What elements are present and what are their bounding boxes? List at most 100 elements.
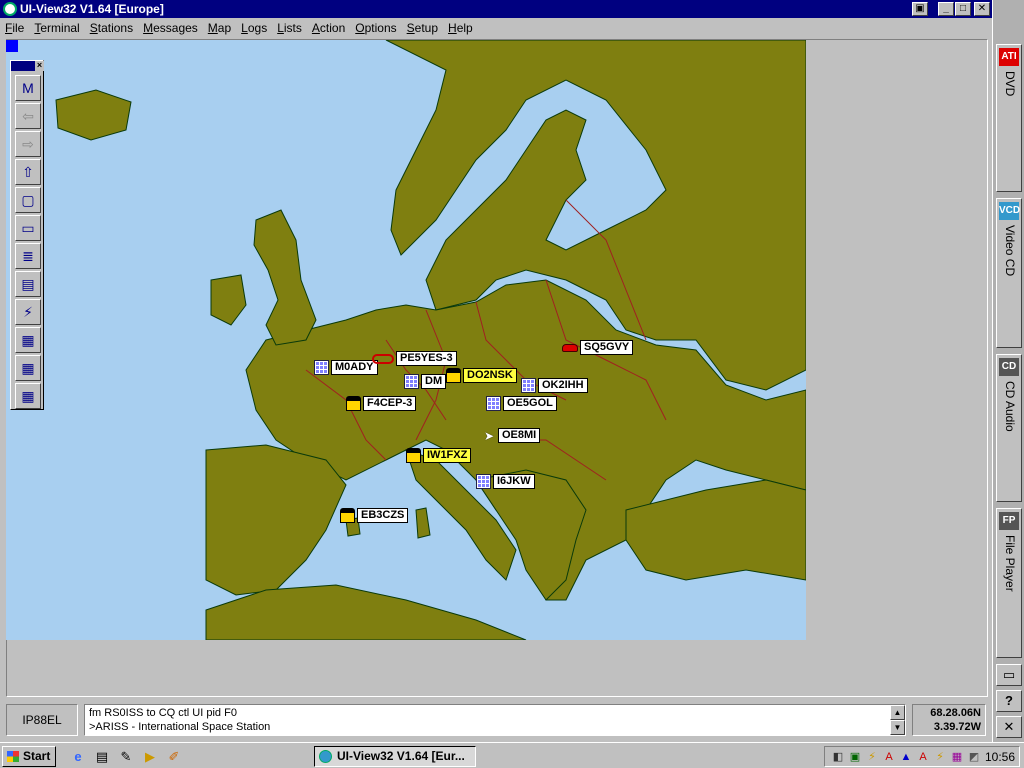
sidebar-help-button[interactable]: ? [996, 690, 1022, 712]
task-label: UI-View32 V1.64 [Eur... [337, 749, 465, 763]
menu-setup[interactable]: Setup [402, 18, 443, 38]
tray-icon[interactable]: ◧ [831, 750, 845, 764]
menu-action[interactable]: Action [307, 18, 350, 38]
tray-icon[interactable]: ▣ [848, 750, 862, 764]
map-view-3-button[interactable]: ▦ [15, 383, 41, 409]
station-marker[interactable]: IW1FXZ [406, 448, 472, 463]
terminal-tool-button[interactable]: ▭ [15, 215, 41, 241]
pencil-icon[interactable]: ✐ [166, 749, 182, 765]
sidebar-tab-cd-audio[interactable]: CD CD Audio [996, 354, 1022, 502]
map-view-1-button[interactable]: ▦ [15, 327, 41, 353]
station-marker[interactable]: ➤ OE8MI [484, 428, 541, 443]
station-marker[interactable]: SQ5GVY [562, 340, 634, 355]
station-marker[interactable]: OK2IHH [521, 378, 588, 393]
station-marker[interactable]: M0ADY [314, 360, 378, 375]
toolbar-close-button[interactable]: × [35, 61, 44, 71]
message-box[interactable]: fm RS0ISS to CQ ctl UI pid F0 >ARISS - I… [84, 704, 906, 736]
menu-messages[interactable]: Messages [138, 18, 203, 38]
close-button[interactable]: ✕ [974, 2, 990, 16]
minimize-button[interactable]: _ [938, 2, 954, 16]
sidebar-tab-label: CD Audio [1003, 381, 1017, 432]
antenna-tool-button[interactable]: ⚡ [15, 299, 41, 325]
sidebar-tab-dvd[interactable]: ATI DVD [996, 44, 1022, 192]
sidebar-screen-button[interactable]: ▭ [996, 664, 1022, 686]
grid-icon [404, 374, 419, 389]
clock: 10:56 [984, 750, 1015, 764]
station-marker[interactable]: DM [404, 374, 447, 389]
grid-icon [314, 360, 329, 375]
menu-file[interactable]: File [0, 18, 29, 38]
list-tool-button[interactable]: ≣ [15, 243, 41, 269]
forward-tool-button[interactable]: ⇨ [15, 131, 41, 157]
house-icon [346, 396, 361, 411]
taskbar: Start e ▤ ✎ ▶ ✐ UI-View32 V1.64 [Eur... … [0, 742, 1024, 768]
tray-icon[interactable]: ◩ [967, 750, 981, 764]
tray-icon[interactable]: ⚡ [865, 750, 879, 764]
sidebar-tab-file-player[interactable]: FP File Player [996, 508, 1022, 658]
ie-icon[interactable]: e [70, 749, 86, 765]
menu-stations[interactable]: Stations [85, 18, 138, 38]
station-marker[interactable]: EB3CZS [340, 508, 409, 523]
message-scrollbar[interactable]: ▲ ▼ [890, 705, 905, 735]
station-callsign: OE8MI [498, 428, 541, 443]
station-callsign: DO2NSK [463, 368, 517, 383]
map-view[interactable]: M0ADY PE5YES-3 DM DO2NSK OK2IHH SQ5GVY F4CEP-3… [6, 40, 806, 640]
edit-icon[interactable]: ✎ [118, 749, 134, 765]
up-tool-button[interactable]: ⇧ [15, 159, 41, 185]
tray-icon[interactable]: ⚡ [933, 750, 947, 764]
menu-terminal[interactable]: Terminal [29, 18, 84, 38]
message-line-1: fm RS0ISS to CQ ctl UI pid F0 [89, 707, 237, 719]
menu-map[interactable]: Map [203, 18, 236, 38]
title-bar: UI-View32 V1.64 [Europe] ▣ _ □ ✕ [0, 0, 992, 18]
station-callsign: IW1FXZ [423, 448, 472, 463]
tray-icon[interactable]: ▦ [950, 750, 964, 764]
menu-logs[interactable]: Logs [236, 18, 272, 38]
map-toolbar: × M ⇦ ⇨ ⇧ ▢ ▭ ≣ ▤ ⚡ ▦ ▦ ▦ [10, 60, 44, 410]
corner-marker [6, 40, 18, 52]
station-callsign: DM [421, 374, 447, 389]
car-icon [562, 343, 578, 352]
menu-help[interactable]: Help [443, 18, 478, 38]
scroll-down-icon[interactable]: ▼ [890, 720, 905, 735]
station-callsign: M0ADY [331, 360, 378, 375]
window-title: UI-View32 V1.64 [Europe] [20, 2, 164, 16]
sidebar-tab-label: DVD [1003, 71, 1017, 97]
station-callsign: OE5GOL [503, 396, 557, 411]
book-tool-button[interactable]: ▤ [15, 271, 41, 297]
menu-lists[interactable]: Lists [272, 18, 307, 38]
station-marker[interactable]: F4CEP-3 [346, 396, 417, 411]
extra-button[interactable]: ▣ [912, 2, 928, 16]
bike-icon [372, 353, 394, 364]
map-view-2-button[interactable]: ▦ [15, 355, 41, 381]
start-button[interactable]: Start [2, 746, 56, 767]
cd-audio-icon: CD [999, 358, 1019, 376]
coordinates-display: 68.28.06N 3.39.72W [912, 704, 986, 736]
station-marker[interactable]: DO2NSK [446, 368, 517, 383]
sidebar-tab-video-cd[interactable]: VCD Video CD [996, 198, 1022, 348]
tray-icon[interactable]: A [916, 750, 930, 764]
sidebar-close-button[interactable]: ✕ [996, 716, 1022, 738]
house-icon [446, 368, 461, 383]
back-tool-button[interactable]: ⇦ [15, 103, 41, 129]
station-callsign: PE5YES-3 [396, 351, 457, 366]
map-tool-button[interactable]: M [15, 75, 41, 101]
station-callsign: SQ5GVY [580, 340, 634, 355]
house-icon [340, 508, 355, 523]
tray-icon[interactable]: ▲ [899, 750, 913, 764]
desktop-icon[interactable]: ▤ [94, 749, 110, 765]
taskbar-app-button[interactable]: UI-View32 V1.64 [Eur... [314, 746, 476, 767]
frame-tool-button[interactable]: ▢ [15, 187, 41, 213]
media-icon[interactable]: ▶ [142, 749, 158, 765]
menu-options[interactable]: Options [350, 18, 401, 38]
maximize-button[interactable]: □ [955, 2, 971, 16]
windows-logo-icon [7, 751, 19, 762]
station-marker[interactable]: OE5GOL [486, 396, 557, 411]
tray-icon[interactable]: A [882, 750, 896, 764]
station-marker[interactable]: PE5YES-3 [372, 351, 457, 366]
app-icon[interactable] [3, 2, 17, 16]
station-callsign: OK2IHH [538, 378, 588, 393]
scroll-up-icon[interactable]: ▲ [890, 705, 905, 720]
video-cd-icon: VCD [999, 202, 1020, 220]
station-callsign: F4CEP-3 [363, 396, 417, 411]
station-marker[interactable]: I6JKW [476, 474, 535, 489]
